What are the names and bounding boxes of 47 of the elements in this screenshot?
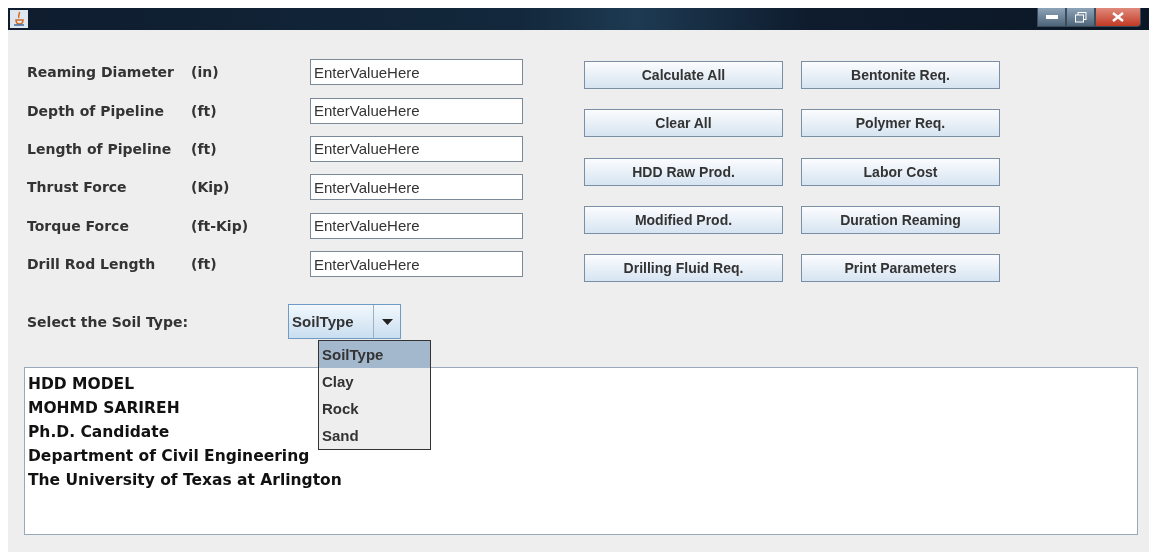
action-button[interactable]: Print Parameters (801, 254, 1000, 283)
action-button[interactable]: HDD Raw Prod. (584, 157, 783, 186)
unit-label: (in) (191, 64, 220, 81)
restore-icon (1074, 11, 1087, 23)
action-button[interactable]: Modified Prod. (584, 206, 783, 235)
unit-label: (ft) (191, 256, 218, 273)
java-cup-icon (10, 10, 28, 28)
soil-type-dropdown[interactable]: SoilType (288, 304, 402, 340)
input-field[interactable]: EnterValueHere (310, 59, 523, 86)
unit-label: (ft) (191, 102, 218, 119)
close-button[interactable] (1095, 8, 1141, 27)
minimize-button[interactable] (1037, 8, 1066, 27)
minimize-icon (1045, 15, 1058, 19)
field-label: Length of Pipeline (27, 140, 173, 157)
input-field[interactable]: EnterValueHere (310, 135, 523, 162)
field-label: Reaming Diameter (27, 64, 175, 81)
action-button[interactable]: Clear All (584, 109, 783, 138)
input-field[interactable]: EnterValueHere (310, 251, 523, 278)
field-label: Thrust Force (27, 179, 128, 196)
soil-type-label: Select the Soil Type: (27, 313, 189, 330)
action-button[interactable]: Duration Reaming (801, 206, 1000, 235)
field-label: Drill Rod Length (27, 256, 157, 273)
dropdown-option[interactable]: SoilType (319, 341, 430, 369)
output-line: MOHMD SARIREH (28, 398, 180, 420)
input-field[interactable]: EnterValueHere (310, 174, 523, 201)
close-icon (1112, 12, 1124, 22)
unit-label: (Kip) (191, 179, 231, 196)
action-button[interactable]: Polymer Req. (801, 109, 1000, 138)
field-label: Torque Force (27, 217, 130, 234)
action-button[interactable]: Labor Cost (801, 157, 1000, 186)
dropdown-option[interactable]: Clay (319, 368, 430, 396)
unit-label: (ft-Kip) (191, 217, 250, 234)
field-label: Depth of Pipeline (27, 102, 165, 119)
output-line: HDD MODEL (28, 374, 135, 396)
output-line: Department of Civil Engineering (28, 446, 310, 468)
dropdown-option[interactable]: Sand (319, 422, 430, 450)
input-field[interactable]: EnterValueHere (310, 97, 523, 124)
action-button[interactable]: Drilling Fluid Req. (584, 254, 783, 283)
dropdown-option[interactable]: Rock (319, 395, 430, 423)
input-field[interactable]: EnterValueHere (310, 212, 523, 239)
output-line: The University of Texas at Arlington (28, 470, 342, 492)
caret-icon (381, 318, 393, 325)
action-button[interactable]: Calculate All (584, 61, 783, 89)
maximize-button[interactable] (1066, 8, 1095, 27)
action-button[interactable]: Bentonite Req. (801, 61, 1000, 89)
output-line: Ph.D. Candidate (28, 422, 170, 444)
unit-label: (ft) (191, 140, 218, 157)
